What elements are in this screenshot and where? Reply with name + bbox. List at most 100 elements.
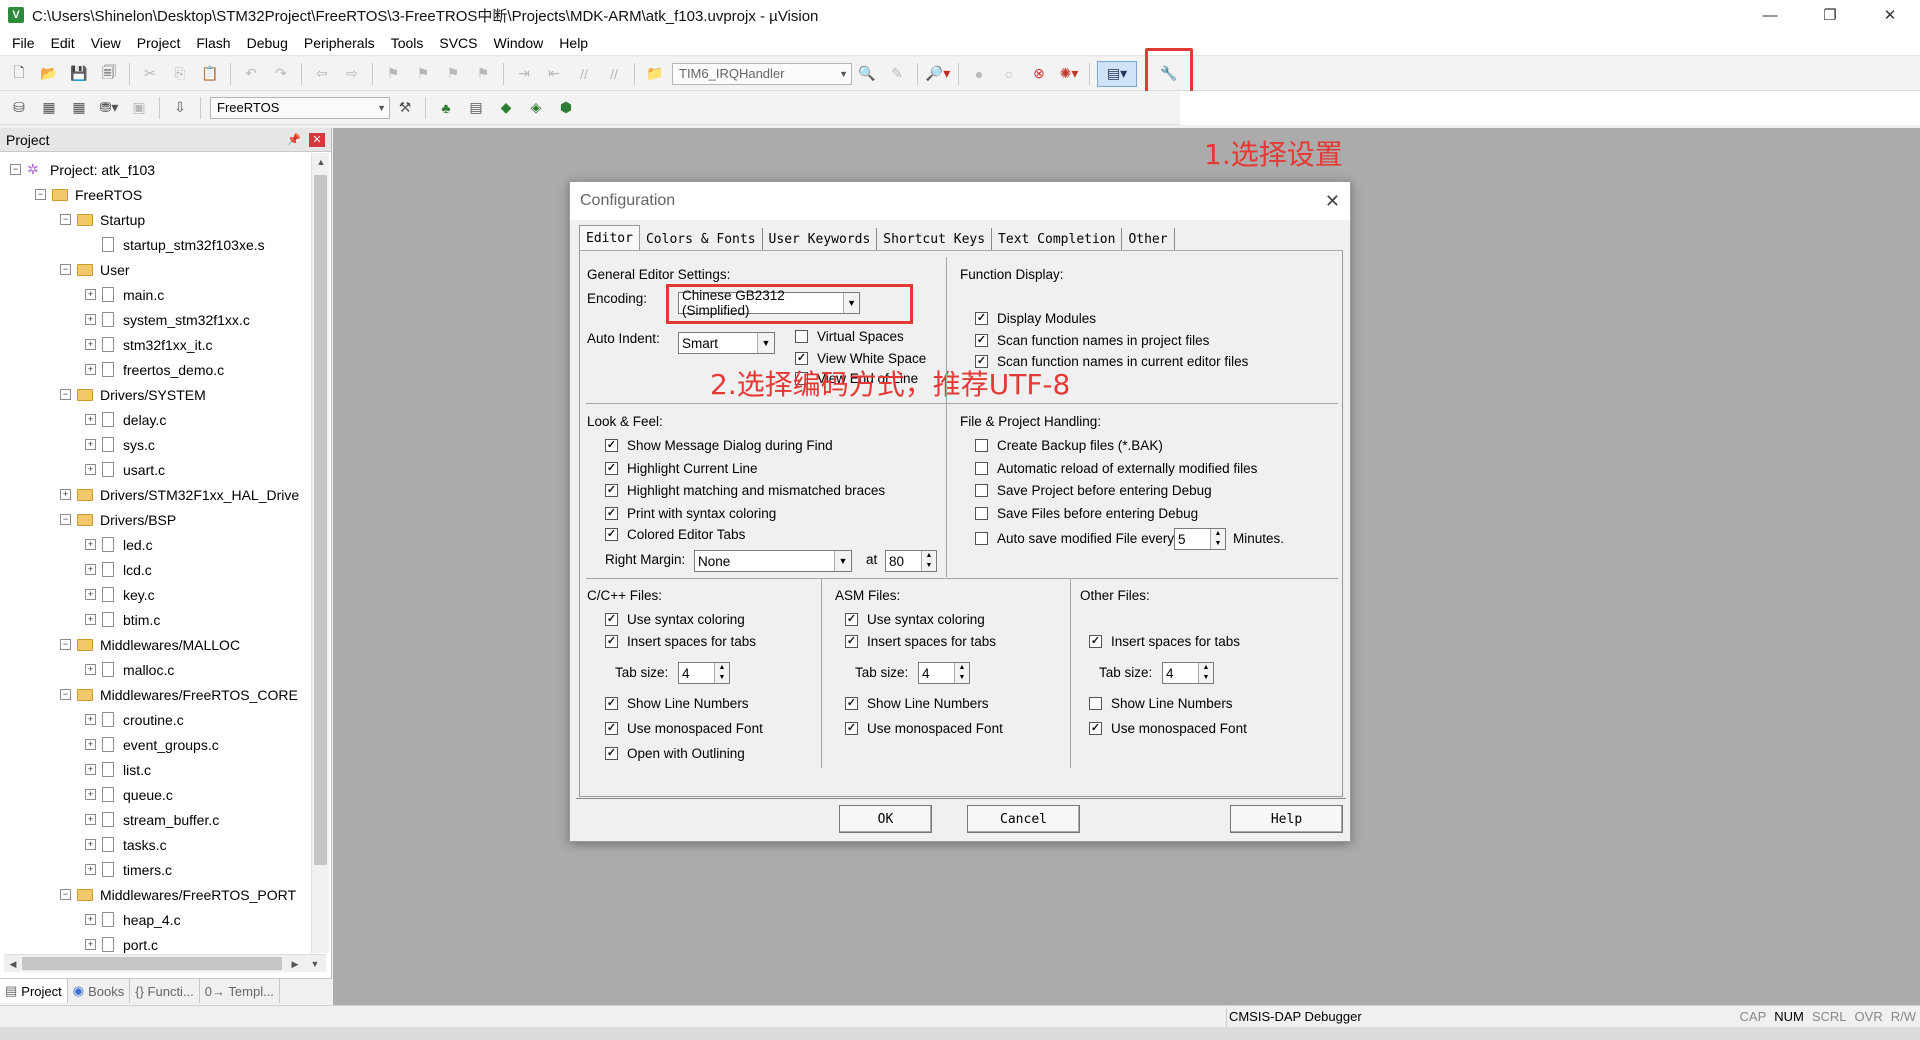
cpp-line-numbers-checkbox[interactable]: ✓ Show Line Numbers [605, 696, 749, 711]
collapse-icon[interactable]: − [60, 639, 71, 650]
tree-item[interactable]: − FreeRTOS [35, 182, 142, 207]
help-button[interactable]: Help [1230, 805, 1343, 833]
highlight-braces-checkbox[interactable]: ✓ Highlight matching and mismatched brace… [605, 483, 885, 498]
menu-window[interactable]: Window [486, 35, 552, 51]
pack-installer-icon[interactable]: ◆ [493, 95, 519, 121]
tree-item[interactable]: + usart.c [85, 457, 165, 482]
spin-down-icon[interactable]: ▼ [1211, 539, 1225, 549]
colored-editor-tabs-checkbox[interactable]: ✓ Colored Editor Tabs [605, 527, 745, 542]
expand-icon[interactable]: + [85, 714, 96, 725]
copy-icon[interactable]: ⎘ [167, 61, 193, 87]
tree-item[interactable]: − Middlewares/FreeRTOS_CORE [60, 682, 298, 707]
horizontal-scroll-thumb[interactable] [22, 957, 282, 970]
save-icon[interactable]: 💾 [66, 61, 92, 87]
cpp-tab-size-spinner[interactable]: 4 ▲ ▼ [678, 662, 730, 684]
bookmark-clear-icon[interactable]: ⚑ [470, 61, 496, 87]
display-modules-checkbox[interactable]: ✓ Display Modules [975, 311, 1096, 326]
expand-icon[interactable]: + [85, 789, 96, 800]
windows-icon[interactable]: ▤▾ [1097, 60, 1137, 87]
tree-item[interactable]: − User [60, 257, 130, 282]
tree-item[interactable]: + key.c [85, 582, 155, 607]
expand-icon[interactable]: + [85, 864, 96, 875]
tab-books[interactable]: ◉ Books [68, 979, 131, 1003]
tab-functions[interactable]: {} Functi... [130, 979, 200, 1003]
menu-edit[interactable]: Edit [43, 35, 83, 51]
menu-peripherals[interactable]: Peripherals [296, 35, 383, 51]
breakpoint-disable-icon[interactable]: ○ [996, 61, 1022, 87]
menu-flash[interactable]: Flash [188, 35, 238, 51]
tree-vertical-scrollbar[interactable]: ▲ [311, 153, 329, 953]
expand-icon[interactable]: + [85, 614, 96, 625]
vertical-scroll-thumb[interactable] [314, 175, 327, 865]
tree-item[interactable]: − Drivers/SYSTEM [60, 382, 206, 407]
scroll-left-icon[interactable]: ◀ [4, 955, 22, 973]
save-project-debug-checkbox[interactable]: Save Project before entering Debug [975, 483, 1212, 498]
find-icon[interactable]: 🔍 [854, 61, 880, 87]
tree-item[interactable]: + main.c [85, 282, 164, 307]
tree-item[interactable]: − Middlewares/MALLOC [60, 632, 240, 657]
expand-icon[interactable]: + [85, 539, 96, 550]
tree-item[interactable]: + lcd.c [85, 557, 152, 582]
tree-horizontal-scrollbar[interactable]: ◀ ▶ ▼ [4, 954, 326, 972]
expand-icon[interactable]: + [85, 914, 96, 925]
expand-icon[interactable]: + [85, 589, 96, 600]
cut-icon[interactable]: ✂ [137, 61, 163, 87]
collapse-icon[interactable]: − [60, 264, 71, 275]
menu-debug[interactable]: Debug [239, 35, 296, 51]
undo-icon[interactable]: ↶ [238, 61, 264, 87]
auto-reload-checkbox[interactable]: Automatic reload of externally modified … [975, 461, 1257, 476]
menu-svcs[interactable]: SVCS [431, 35, 485, 51]
cpp-monospaced-checkbox[interactable]: ✓ Use monospaced Font [605, 721, 763, 736]
redo-icon[interactable]: ↷ [268, 61, 294, 87]
select-software-packs-icon[interactable]: ◈ [523, 95, 549, 121]
collapse-icon[interactable]: − [60, 514, 71, 525]
indent-icon[interactable]: ⇥ [511, 61, 537, 87]
spin-up-icon[interactable]: ▲ [922, 551, 936, 561]
asm-monospaced-checkbox[interactable]: ✓ Use monospaced Font [845, 721, 1003, 736]
cpp-insert-spaces-checkbox[interactable]: ✓ Insert spaces for tabs [605, 634, 756, 649]
tab-project[interactable]: ▤ Project [0, 979, 68, 1003]
scan-project-files-checkbox[interactable]: ✓ Scan function names in project files [975, 333, 1209, 348]
nav-forward-icon[interactable]: ⇨ [339, 61, 365, 87]
tree-item[interactable]: + delay.c [85, 407, 166, 432]
tree-item[interactable]: + btim.c [85, 607, 160, 632]
other-monospaced-checkbox[interactable]: ✓ Use monospaced Font [1089, 721, 1247, 736]
dialog-close-icon[interactable]: ✕ [1325, 191, 1340, 212]
collapse-icon[interactable]: − [10, 164, 21, 175]
breakpoint-icon[interactable]: ● [966, 61, 992, 87]
auto-save-minutes-spinner[interactable]: 5 ▲ ▼ [1174, 528, 1226, 550]
nav-back-icon[interactable]: ⇦ [309, 61, 335, 87]
auto-indent-select[interactable]: Smart ▼ [678, 332, 775, 354]
scroll-right-icon[interactable]: ▶ [286, 955, 304, 973]
spin-down-icon[interactable]: ▼ [1199, 673, 1213, 683]
tree-item[interactable]: + stm32f1xx_it.c [85, 332, 212, 357]
maximize-button[interactable]: ❐ [1800, 0, 1860, 30]
tree-item[interactable]: + croutine.c [85, 707, 184, 732]
other-tab-size-spinner[interactable]: 4 ▲ ▼ [1162, 662, 1214, 684]
spin-down-icon[interactable]: ▼ [715, 673, 729, 683]
expand-icon[interactable]: + [85, 289, 96, 300]
asm-syntax-coloring-checkbox[interactable]: ✓ Use syntax coloring [845, 612, 985, 627]
new-file-icon[interactable]: 🗋 [6, 61, 32, 87]
tree-item[interactable]: + list.c [85, 757, 151, 782]
tab-editor[interactable]: Editor [579, 225, 640, 250]
tab-colors-fonts[interactable]: Colors & Fonts [639, 228, 763, 250]
tab-text-completion[interactable]: Text Completion [992, 228, 1123, 250]
expand-icon[interactable]: + [85, 739, 96, 750]
tree-item[interactable]: + malloc.c [85, 657, 174, 682]
tree-item[interactable]: − Drivers/BSP [60, 507, 176, 532]
cpp-outlining-checkbox[interactable]: ✓ Open with Outlining [605, 746, 745, 761]
kill-breakpoints-icon[interactable]: ⊗ [1026, 61, 1052, 87]
tree-item[interactable]: + timers.c [85, 857, 172, 882]
cancel-button[interactable]: Cancel [967, 805, 1080, 833]
close-panel-icon[interactable]: ✕ [309, 132, 325, 147]
create-backup-checkbox[interactable]: Create Backup files (*.BAK) [975, 438, 1163, 453]
tree-item[interactable]: + queue.c [85, 782, 173, 807]
collapse-icon[interactable]: − [60, 889, 71, 900]
asm-tab-size-spinner[interactable]: 4 ▲ ▼ [918, 662, 970, 684]
cpp-syntax-coloring-checkbox[interactable]: ✓ Use syntax coloring [605, 612, 745, 627]
bookmark-icon[interactable]: ⚑ [380, 61, 406, 87]
save-all-icon[interactable]: 🗐 [96, 61, 122, 87]
tree-item[interactable]: + led.c [85, 532, 153, 557]
virtual-spaces-checkbox[interactable]: Virtual Spaces [795, 329, 904, 344]
